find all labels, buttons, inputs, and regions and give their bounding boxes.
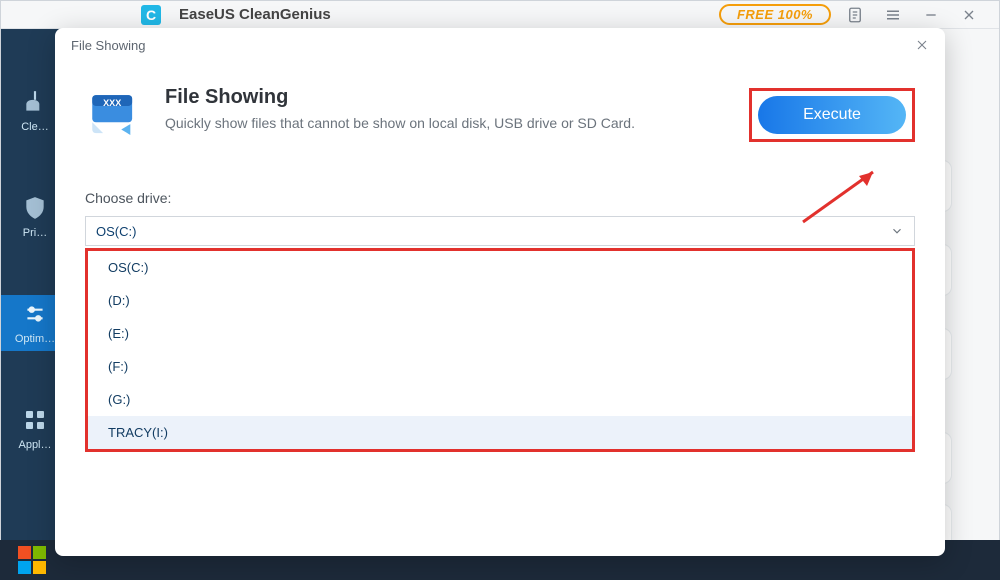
free-badge: FREE 100% [719, 4, 831, 25]
drive-option[interactable]: TRACY(I:) [88, 416, 912, 449]
drive-select-value: OS(C:) [96, 224, 136, 239]
broom-icon [22, 89, 48, 115]
sidebar-item-label: Optim… [15, 333, 55, 345]
dialog-title: File Showing [71, 38, 145, 53]
annotation-dropdown-highlight: OS(C:) (D:) (E:) (F:) (G:) TRACY(I:) [85, 248, 915, 452]
sliders-icon [22, 301, 48, 327]
notes-icon[interactable] [841, 5, 869, 25]
drive-dropdown[interactable]: OS(C:) (D:) (E:) (F:) (G:) TRACY(I:) [88, 251, 912, 449]
shield-icon [22, 195, 48, 221]
choose-drive-label: Choose drive: [85, 190, 915, 206]
minimize-icon[interactable] [917, 5, 945, 25]
dialog-subheading: Quickly show files that cannot be show o… [165, 115, 635, 131]
windows-logo-icon[interactable] [18, 546, 46, 574]
dialog-heading: File Showing [165, 86, 635, 109]
drive-select[interactable]: OS(C:) [85, 216, 915, 246]
annotation-execute-highlight: Execute [749, 88, 915, 142]
close-icon [914, 37, 930, 53]
drive-option[interactable]: (E:) [88, 317, 912, 350]
app-title: EaseUS CleanGenius [179, 6, 331, 23]
drive-option[interactable]: OS(C:) [88, 251, 912, 284]
sidebar-item-label: Appl… [18, 439, 51, 451]
execute-button[interactable]: Execute [758, 96, 906, 134]
chevron-down-icon [890, 224, 904, 238]
sidebar-item-label: Cle… [21, 121, 49, 133]
app-logo: C [141, 5, 161, 25]
file-showing-dialog: File Showing XXX File Showing Quickly sh… [55, 28, 945, 556]
app-close-icon[interactable] [955, 5, 983, 25]
svg-text:XXX: XXX [103, 98, 121, 108]
file-showing-icon: XXX [85, 86, 143, 144]
hamburger-icon[interactable] [879, 5, 907, 25]
drive-option[interactable]: (G:) [88, 383, 912, 416]
drive-option[interactable]: (F:) [88, 350, 912, 383]
dialog-body: XXX File Showing Quickly show files that… [55, 62, 945, 556]
sidebar-item-label: Pri… [23, 227, 47, 239]
dialog-close-button[interactable] [913, 36, 931, 54]
dialog-header: File Showing [55, 28, 945, 62]
app-titlebar: C EaseUS CleanGenius FREE 100% [1, 1, 999, 29]
drive-option[interactable]: (D:) [88, 284, 912, 317]
grid-icon [22, 407, 48, 433]
